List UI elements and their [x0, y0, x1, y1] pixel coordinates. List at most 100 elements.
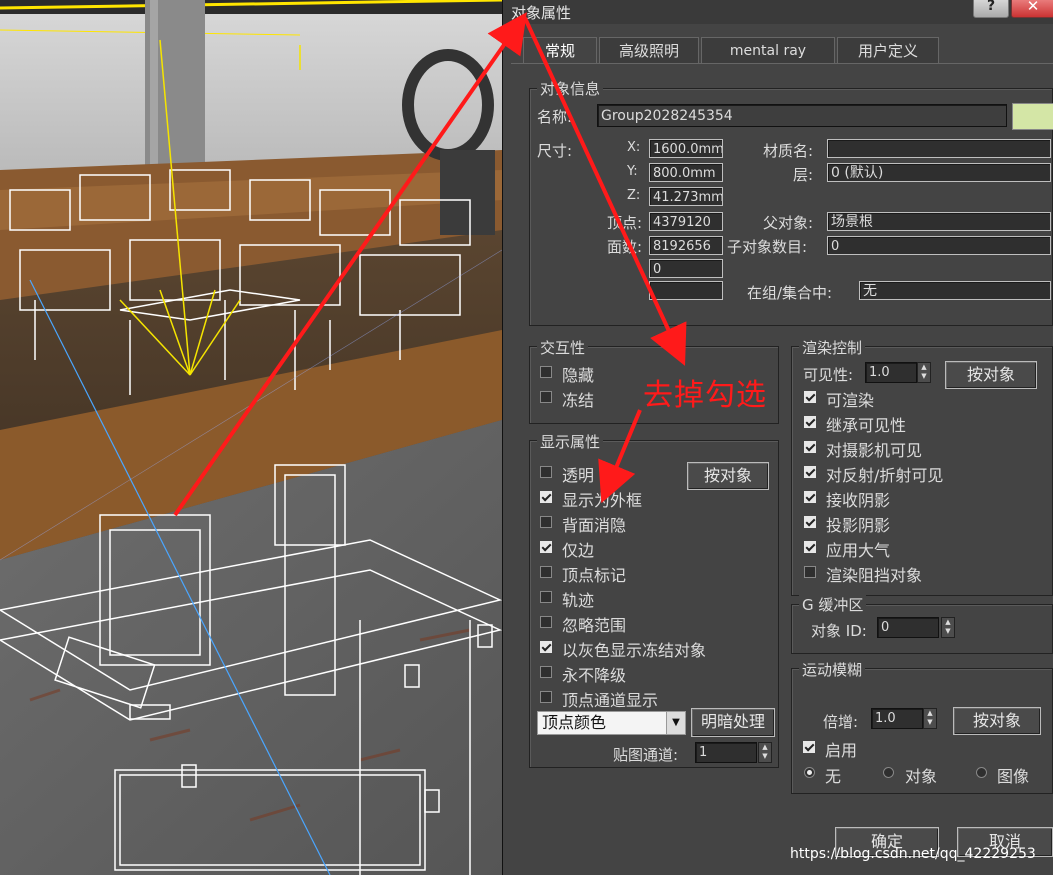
3d-viewport[interactable] — [0, 0, 502, 875]
help-button[interactable]: ? — [973, 0, 1009, 18]
close-button[interactable]: ✕ — [1011, 0, 1053, 18]
radio-none-label: 无 — [825, 767, 842, 786]
display-option-label: 永不降级 — [562, 666, 627, 685]
visibility-label: 可见性: — [803, 366, 854, 384]
in-group-label: 在组/集合中: — [747, 284, 833, 302]
render-option-checkbox[interactable] — [804, 566, 816, 578]
render-option-checkbox[interactable] — [804, 491, 816, 503]
watermark: https://blog.csdn.net/qq_42229253 — [790, 846, 1036, 862]
tab-advanced-lighting[interactable]: 高级照明 — [599, 37, 699, 64]
display-option-checkbox[interactable] — [540, 616, 552, 628]
radio-image[interactable] — [976, 767, 987, 778]
display-option-checkbox[interactable] — [540, 516, 552, 528]
children-label: 子对象数目: — [727, 238, 808, 256]
radio-none[interactable] — [804, 767, 815, 778]
display-option-checkbox[interactable] — [540, 541, 552, 553]
interactivity-checkbox[interactable] — [540, 391, 552, 403]
tab-mental-ray[interactable]: mental ray — [701, 37, 835, 64]
render-option-checkbox[interactable] — [804, 541, 816, 553]
x-value: 1600.0mm — [649, 139, 723, 158]
motion-blur-by-object-button[interactable]: 按对象 — [953, 707, 1041, 735]
display-option-checkbox[interactable] — [540, 666, 552, 678]
map-channel-value[interactable]: 1 — [695, 742, 757, 763]
object-info-title: 对象信息 — [537, 78, 604, 99]
interactivity-label: 隐藏 — [562, 366, 595, 385]
render-option-checkbox[interactable] — [804, 516, 816, 528]
render-option-checkbox[interactable] — [804, 441, 816, 453]
layer-label: 层: — [793, 166, 814, 184]
visibility-spinner[interactable]: ▲ ▼ — [917, 362, 931, 383]
enable-checkbox[interactable] — [803, 741, 815, 753]
object-color-swatch[interactable] — [1012, 103, 1053, 130]
object-id-label: 对象 ID: — [811, 622, 867, 640]
shading-button[interactable]: 明暗处理 — [691, 708, 775, 737]
render-option-checkbox[interactable] — [804, 466, 816, 478]
render-control-title: 渲染控制 — [799, 337, 866, 358]
radio-object-label: 对象 — [905, 767, 938, 786]
render-option-label: 投影阴影 — [826, 516, 891, 535]
display-option-label: 显示为外框 — [562, 491, 643, 510]
display-option-label: 顶点标记 — [562, 566, 627, 585]
display-option-checkbox[interactable] — [540, 641, 552, 653]
name-field[interactable]: Group2028245354 — [597, 104, 1007, 127]
chevron-down-icon: ▼ — [666, 712, 685, 734]
motion-blur-title: 运动模糊 — [799, 659, 866, 680]
gbuffer-title: G 缓冲区 — [799, 594, 867, 615]
children-value: 0 — [827, 236, 1051, 255]
vertices-value: 4379120 — [649, 212, 723, 231]
vertices-label: 顶点: — [607, 214, 643, 232]
display-option-label: 以灰色显示冻结对象 — [562, 641, 707, 660]
display-by-object-button[interactable]: 按对象 — [687, 462, 769, 490]
display-option-checkbox[interactable] — [540, 466, 552, 478]
multiplier-value[interactable]: 1.0 — [871, 708, 923, 729]
display-option-label: 顶点通道显示 — [562, 691, 659, 710]
display-option-label: 透明 — [562, 466, 595, 485]
title-bar[interactable]: 对象属性 ? ✕ — [503, 0, 1053, 24]
render-option-label: 接收阴影 — [826, 491, 891, 510]
extra-value: 0 — [649, 259, 723, 278]
render-option-checkbox[interactable] — [804, 391, 816, 403]
display-option-label: 轨迹 — [562, 591, 595, 610]
extra-value-2 — [649, 281, 723, 300]
tab-user-defined[interactable]: 用户定义 — [837, 37, 939, 64]
material-label: 材质名: — [763, 142, 814, 160]
display-properties-title: 显示属性 — [537, 431, 604, 452]
display-option-checkbox[interactable] — [540, 591, 552, 603]
parent-label: 父对象: — [763, 214, 814, 232]
annotation-text: 去掉勾选 — [643, 378, 767, 413]
tab-general[interactable]: 常规 — [523, 37, 597, 64]
x-label: X: — [627, 140, 641, 155]
display-option-checkbox[interactable] — [540, 566, 552, 578]
viewport-scene — [0, 0, 502, 875]
multiplier-label: 倍增: — [823, 713, 859, 731]
window-title: 对象属性 — [511, 4, 572, 22]
multiplier-spinner[interactable]: ▲ ▼ — [923, 708, 937, 729]
y-value: 800.0mm — [649, 163, 723, 182]
radio-object[interactable] — [883, 767, 894, 778]
render-option-label: 继承可见性 — [826, 416, 907, 435]
in-group-value: 无 — [859, 281, 1051, 300]
interactivity-label: 冻结 — [562, 391, 595, 410]
layer-value: 0 (默认) — [827, 163, 1051, 182]
interactivity-checkbox[interactable] — [540, 366, 552, 378]
dimensions-label: 尺寸: — [537, 142, 573, 160]
vertex-color-dropdown[interactable]: 顶点颜色 ▼ — [537, 711, 686, 735]
render-option-label: 对摄影机可见 — [826, 441, 923, 460]
display-option-label: 仅边 — [562, 541, 595, 560]
name-label: 名称: — [537, 108, 573, 126]
display-option-checkbox[interactable] — [540, 491, 552, 503]
object-id-spinner[interactable]: ▲ ▼ — [941, 617, 955, 638]
visibility-value[interactable]: 1.0 — [865, 362, 917, 383]
vertex-color-selected: 顶点颜色 — [542, 713, 607, 732]
map-channel-spinner[interactable]: ▲ ▼ — [758, 742, 772, 763]
y-label: Y: — [627, 164, 638, 179]
display-option-checkbox[interactable] — [540, 691, 552, 703]
map-channel-label: 贴图通道: — [613, 746, 679, 764]
radio-image-label: 图像 — [997, 767, 1030, 786]
render-option-checkbox[interactable] — [804, 416, 816, 428]
render-by-object-button[interactable]: 按对象 — [945, 361, 1037, 389]
display-option-label: 背面消隐 — [562, 516, 627, 535]
parent-value: 场景根 — [827, 212, 1051, 231]
render-option-label: 渲染阻挡对象 — [826, 566, 923, 585]
object-id-value[interactable]: 0 — [877, 617, 939, 638]
